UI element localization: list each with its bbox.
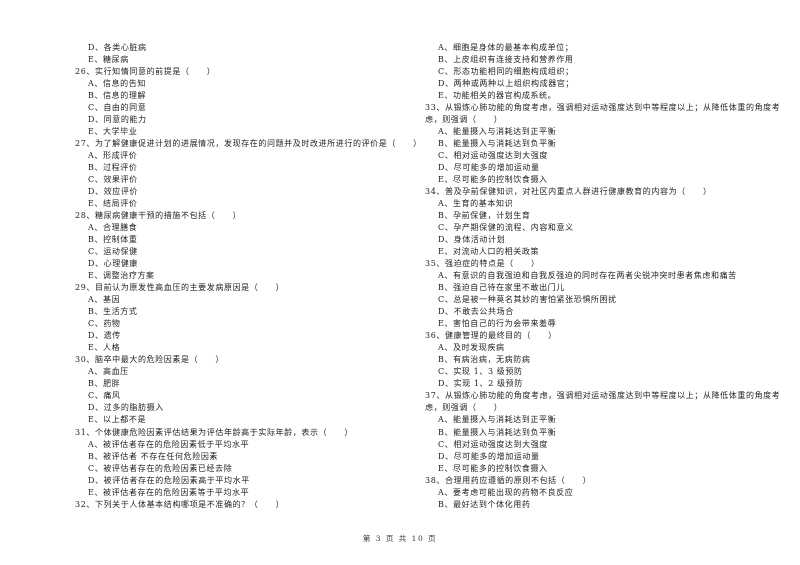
answer-option: A、合理膳食 [88,223,138,233]
answer-option: C、药物 [88,319,121,329]
question-text: 33、从锻炼心肺功能的角度考虑，强调相对运动强度达到中等程度以上；从降低体重的角… [425,103,781,113]
answer-option: D、遗传 [88,331,121,341]
answer-option: E、调整治疗方案 [88,271,155,281]
answer-option: A、形成评价 [88,151,138,161]
answer-option: D、效应评价 [88,187,139,197]
answer-option: D、尽可能多的增加运动量 [438,451,540,461]
answer-option: B、上皮组织有连接支持和营养作用 [438,55,574,65]
answer-option: E、糖尿病 [88,55,129,65]
left-column: D、各类心脏病 E、糖尿病 26、实行知情同意的前提是（ ） A、信息的告知 B、信息的… [75,42,422,511]
answer-option: D、各类心脏病 [88,43,147,52]
question-text: 32、下列关于人体基本结构哪项是不准确的？（ ） [75,499,285,509]
answer-option: A、被评估者存在的危险因素低于平均水平 [88,439,250,449]
answer-option: B、有病治病，无病防病 [438,355,531,365]
answer-option: A、生育的基本知识 [438,199,514,209]
answer-option: E、被评估者存在的危险因素等于平均水平 [88,487,250,497]
answer-option: B、被评估者 不存在任何危险因素 [88,451,219,461]
question-text: 35、强迫症的特点是（ ） [425,259,540,269]
answer-option: E、以上都不是 [88,415,147,425]
question-text: 虑，则强调（ ） [425,403,503,413]
answer-option: A、基因 [88,295,121,305]
answer-option: D、两种或两种以上组织构成器官； [438,79,575,89]
answer-option: D、心理健康 [88,259,139,269]
answer-option: C、总是被一种莫名其妙的害怕紧张恐惧所困扰 [438,295,617,305]
question-text: 30、脑卒中最大的危险因素是（ ） [75,355,224,365]
answer-option: C、相对运动强度达到大强度 [438,439,548,449]
answer-option: E、人格 [88,343,121,353]
answer-option: B、能量摄入与消耗达到负平衡 [438,139,557,149]
answer-option: D、被评估者存在的危险因素高于平均水平 [88,475,250,485]
answer-option: C、被评估者存在的危险因素已经去除 [88,463,233,473]
answer-option: E、结局评价 [88,199,138,209]
page-footer: 第 3 页 共 10 页 [362,534,438,543]
question-text: 38、合理用药应遵循的原则不包括（ ） [425,475,592,485]
answer-option: B、最好达到个体化用药 [438,499,531,509]
answer-option: C、自由的同意 [88,103,147,113]
answer-option: B、孕前保健，计划生育 [438,211,531,221]
answer-option: A、要考虑可能出现的药物不良反应 [438,487,574,497]
answer-option: D、同意的能力 [88,115,147,125]
answer-option: A、细胞是身体的最基本构成单位； [438,43,574,52]
answer-option: C、运动保健 [88,247,138,257]
answer-option: B、控制体重 [88,235,138,245]
question-text: 34、普及孕前保健知识，对社区内重点人群进行健康教育的内容为（ ） [425,187,712,197]
answer-option: B、强迫自己待在家里不敢出门儿 [438,283,565,293]
answer-option: D、不敢去公共场合 [438,307,514,317]
question-text: 虑，则强调（ ） [425,115,503,125]
question-text: 31、个体健康危险因素评估结果为评估年龄高于实际年龄，表示（ ） [75,427,353,437]
answer-option: A、高血压 [88,367,129,377]
answer-option: C、形态功能相同的细胞构成组织； [438,67,574,77]
right-column: A、细胞是身体的最基本构成单位； B、上皮组织有连接支持和营养作用 C、形态功能相同… [425,42,781,511]
answer-option: E、对流动人口的相关政策 [438,247,540,257]
question-text: 36、健康管理的最终目的（ ） [425,331,557,341]
answer-option: C、痛风 [88,391,121,401]
answer-option: E、尽可能多的控制饮食摄入 [438,463,548,473]
answer-option: E、害怕自己的行为会带来羞辱 [438,319,557,329]
answer-option: A、能量摄入与消耗达到正平衡 [438,127,557,137]
answer-option: B、生活方式 [88,307,138,317]
question-text: 37、从锻炼心肺功能的角度考虑，强调相对运动强度达到中等程度以上；从降低体重的角… [425,391,781,401]
answer-option: A、能量摄入与消耗达到正平衡 [438,415,557,425]
answer-option: B、过程评价 [88,163,138,173]
answer-option: A、有意识的自我强迫和自我反强迫的同时存在两者尖锐冲突时患者焦虑和痛苦 [438,271,737,281]
answer-option: C、效果评价 [88,175,138,185]
answer-option: D、尽可能多的增加运动量 [438,163,540,173]
question-text: 28、糖尿病健康干预的措施不包括（ ） [75,211,242,221]
answer-option: D、身体活动计划 [438,235,506,245]
question-text: 26、实行知情同意的前提是（ ） [75,67,216,77]
answer-option: C、孕产期保健的流程、内容和意义 [438,223,574,233]
answer-option: C、实现 1、3 级预防 [438,367,523,377]
answer-option: C、相对运动强度达到大强度 [438,151,548,161]
answer-option: E、尽可能多的控制饮食摄入 [438,175,548,185]
answer-option: B、信息的理解 [88,91,147,101]
answer-option: D、实现 1、2 级预防 [438,379,523,389]
question-text: 27、为了解健康促进计划的进展情况，发现存在的问题并及时改进所进行的评价是（ ） [75,139,422,149]
answer-option: D、过多的脂肪摄入 [88,403,164,413]
question-text: 29、目前认为原发性高血压的主要发病原因是（ ） [75,283,285,293]
answer-option: B、能量摄入与消耗达到负平衡 [438,427,557,437]
answer-option: E、大学毕业 [88,127,138,137]
answer-option: A、及时发现疾病 [438,343,505,353]
answer-option: A、信息的告知 [88,79,146,89]
answer-option: B、肥胖 [88,379,121,389]
answer-option: E、功能相关的器官构成系统。 [438,91,557,101]
